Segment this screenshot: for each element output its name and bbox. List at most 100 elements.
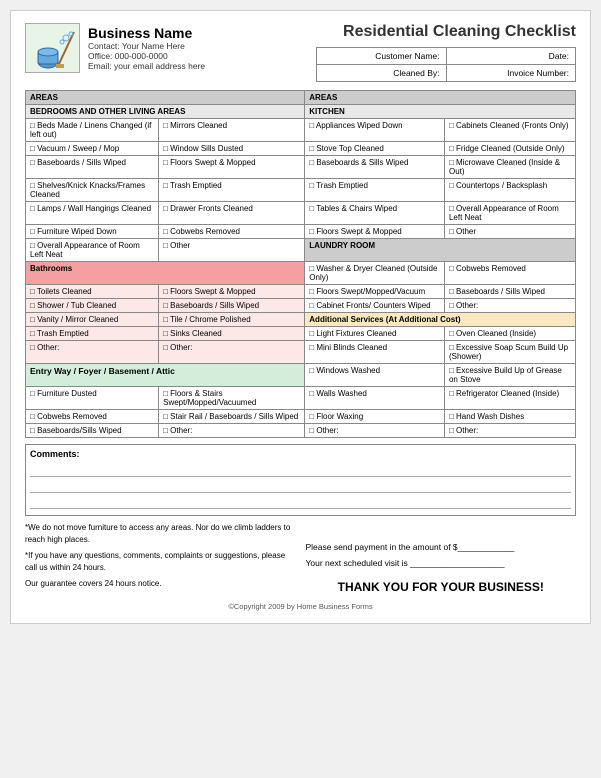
kitchen-item-4[interactable]: Tables & Chairs Wiped xyxy=(305,202,445,225)
footer-note-3: Our guarantee covers 24 hours notice. xyxy=(25,578,296,590)
bedroom-item-0[interactable]: Beds Made / Linens Changed (if left out) xyxy=(26,119,159,142)
laundry-item-1[interactable]: Floors Swept/Mopped/Vacuum xyxy=(305,285,445,299)
areas-right-header: AREAS xyxy=(305,91,576,105)
business-name: Business Name xyxy=(88,25,205,41)
payment-line: Please send payment in the amount of $__… xyxy=(306,542,577,552)
bathroom-item-col2-1[interactable]: Baseboards / Sills Wiped xyxy=(159,299,305,313)
header-right: Residential Cleaning Checklist Customer … xyxy=(316,23,576,82)
header: Business Name Contact: Your Name Here Of… xyxy=(25,23,576,82)
cleaned-by-label: Cleaned By: xyxy=(317,65,447,82)
kitchen-item-col2-5[interactable]: Other xyxy=(444,225,575,239)
comments-section: Comments: xyxy=(25,444,576,516)
bedroom-item-col2-2[interactable]: Floors Swept & Mopped xyxy=(159,156,305,179)
bedroom-item-col2-1[interactable]: Window Sills Dusted xyxy=(159,142,305,156)
entry-item-0[interactable]: Furniture Dusted xyxy=(26,387,159,410)
laundry-item-col2-1[interactable]: Baseboards / Sills Wiped xyxy=(444,285,575,299)
entry-item-1[interactable]: Cobwebs Removed xyxy=(26,410,159,424)
kitchen-item-col2-0[interactable]: Cabinets Cleaned (Fronts Only) xyxy=(444,119,575,142)
bedroom-item-col2-0[interactable]: Mirrors Cleaned xyxy=(159,119,305,142)
kitchen-item-0[interactable]: Appliances Wiped Down xyxy=(305,119,445,142)
bathroom-item-4[interactable]: Other: xyxy=(26,341,159,364)
bedroom-item-2[interactable]: Baseboards / Sills Wiped xyxy=(26,156,159,179)
bedroom-item-4[interactable]: Lamps / Wall Hangings Cleaned xyxy=(26,202,159,225)
entry-item-col2-0[interactable]: Floors & Stairs Swept/Mopped/Vacuumed xyxy=(159,387,305,410)
bathroom-item-col2-2[interactable]: Tile / Chrome Polished xyxy=(159,313,305,327)
entry-item-2[interactable]: Baseboards/Sills Wiped xyxy=(26,424,159,438)
page-title: Residential Cleaning Checklist xyxy=(316,23,576,41)
entry-header: Entry Way / Foyer / Basement / Attic xyxy=(26,364,305,387)
bathroom-item-2[interactable]: Vanity / Mirror Cleaned xyxy=(26,313,159,327)
logo-icon xyxy=(25,23,80,73)
additional-item-5[interactable]: Other: xyxy=(305,424,445,438)
comment-line-1 xyxy=(30,463,571,477)
additional-item-col2-3[interactable]: Refrigerator Cleaned (Inside) xyxy=(444,387,575,410)
additional-item-2[interactable]: Windows Washed xyxy=(305,364,445,387)
additional-item-col2-5[interactable]: Other: xyxy=(444,424,575,438)
bathrooms-header: Bathrooms xyxy=(26,262,305,285)
copyright: ©Copyright 2009 by Home Business Forms xyxy=(25,602,576,611)
bedroom-item-col2-4[interactable]: Drawer Fronts Cleaned xyxy=(159,202,305,225)
additional-item-col2-1[interactable]: Excessive Soap Scum Build Up (Shower) xyxy=(444,341,575,364)
additional-item-0[interactable]: Light Fixtures Cleaned xyxy=(305,327,445,341)
bathroom-item-3[interactable]: Trash Emptied xyxy=(26,327,159,341)
bathroom-item-0[interactable]: Toilets Cleaned xyxy=(26,285,159,299)
business-info: Business Name Contact: Your Name Here Of… xyxy=(88,25,205,71)
comment-line-3 xyxy=(30,495,571,509)
info-table: Customer Name: Date: Cleaned By: Invoice… xyxy=(316,47,576,82)
bedroom-item-col2-5[interactable]: Cobwebs Removed xyxy=(159,225,305,239)
bedroom-item-col2-3[interactable]: Trash Emptied xyxy=(159,179,305,202)
additional-item-3[interactable]: Walls Washed xyxy=(305,387,445,410)
footer-note-2: *If you have any questions, comments, co… xyxy=(25,550,296,574)
bedroom-item-5[interactable]: Furniture Wiped Down xyxy=(26,225,159,239)
footer-left: *We do not move furniture to access any … xyxy=(25,522,296,594)
additional-item-col2-4[interactable]: Hand Wash Dishes xyxy=(444,410,575,424)
laundry-item-col2-2[interactable]: Other: xyxy=(444,299,575,313)
office-info: Office: 000-000-0000 xyxy=(88,51,205,61)
additional-header: Additional Services (At Additional Cost) xyxy=(305,313,576,327)
kitchen-item-col2-2[interactable]: Microwave Cleaned (Inside & Out) xyxy=(444,156,575,179)
kitchen-item-1[interactable]: Stove Top Cleaned xyxy=(305,142,445,156)
kitchen-item-2[interactable]: Baseboards & Sills Wiped xyxy=(305,156,445,179)
comments-label: Comments: xyxy=(30,449,80,459)
bathroom-item-col2-3[interactable]: Sinks Cleaned xyxy=(159,327,305,341)
bedroom-item-1[interactable]: Vacuum / Sweep / Mop xyxy=(26,142,159,156)
laundry-header: LAUNDRY ROOM xyxy=(305,239,576,262)
email-info: Email: your email address here xyxy=(88,61,205,71)
kitchen-item-col2-4[interactable]: Overall Appearance of Room Left Neat xyxy=(444,202,575,225)
laundry-item-col2-0[interactable]: Cobwebs Removed xyxy=(444,262,575,285)
laundry-item-0[interactable]: Washer & Dryer Cleaned (Outside Only) xyxy=(305,262,445,285)
footer-section: *We do not move furniture to access any … xyxy=(25,522,576,594)
bathroom-item-col2-0[interactable]: Floors Swept & Mopped xyxy=(159,285,305,299)
visit-line: Your next scheduled visit is ___________… xyxy=(306,558,577,568)
bathroom-item-col2-4[interactable]: Other: xyxy=(159,341,305,364)
thank-you: THANK YOU FOR YOUR BUSINESS! xyxy=(306,580,577,594)
comment-line-2 xyxy=(30,479,571,493)
contact-info: Contact: Your Name Here xyxy=(88,41,205,51)
customer-name-label: Customer Name: xyxy=(317,48,447,65)
page: Business Name Contact: Your Name Here Of… xyxy=(10,10,591,624)
header-left: Business Name Contact: Your Name Here Of… xyxy=(25,23,205,73)
footer-right: Please send payment in the amount of $__… xyxy=(306,522,577,594)
bedroom-item-3[interactable]: Shelves/Knick Knacks/Frames Cleaned xyxy=(26,179,159,202)
additional-item-col2-0[interactable]: Oven Cleaned (Inside) xyxy=(444,327,575,341)
entry-item-col2-2[interactable]: Other: xyxy=(159,424,305,438)
kitchen-item-col2-3[interactable]: Countertops / Backsplash xyxy=(444,179,575,202)
date-label: Date: xyxy=(446,48,576,65)
kitchen-item-col2-1[interactable]: Fridge Cleaned (Outside Only) xyxy=(444,142,575,156)
footer-note-1: *We do not move furniture to access any … xyxy=(25,522,296,546)
additional-item-col2-2[interactable]: Excessive Build Up of Grease on Stove xyxy=(444,364,575,387)
kitchen-item-3[interactable]: Trash Emptied xyxy=(305,179,445,202)
bedroom-item-6[interactable]: Overall Appearance of Room Left Neat xyxy=(26,239,159,262)
areas-left-header: AREAS xyxy=(26,91,305,105)
checklist-table: AREAS AREAS BEDROOMS AND OTHER LIVING AR… xyxy=(25,90,576,438)
bathroom-item-1[interactable]: Shower / Tub Cleaned xyxy=(26,299,159,313)
bedrooms-header: BEDROOMS AND OTHER LIVING AREAS xyxy=(26,105,305,119)
entry-item-col2-1[interactable]: Stair Rail / Baseboards / Sills Wiped xyxy=(159,410,305,424)
kitchen-header: KITCHEN xyxy=(305,105,576,119)
kitchen-item-5[interactable]: Floors Swept & Mopped xyxy=(305,225,445,239)
additional-item-1[interactable]: Mini Blinds Cleaned xyxy=(305,341,445,364)
bedroom-item-col2-6[interactable]: Other xyxy=(159,239,305,262)
additional-item-4[interactable]: Floor Waxing xyxy=(305,410,445,424)
comments-lines xyxy=(30,463,571,509)
laundry-item-2[interactable]: Cabinet Fronts/ Counters Wiped xyxy=(305,299,445,313)
